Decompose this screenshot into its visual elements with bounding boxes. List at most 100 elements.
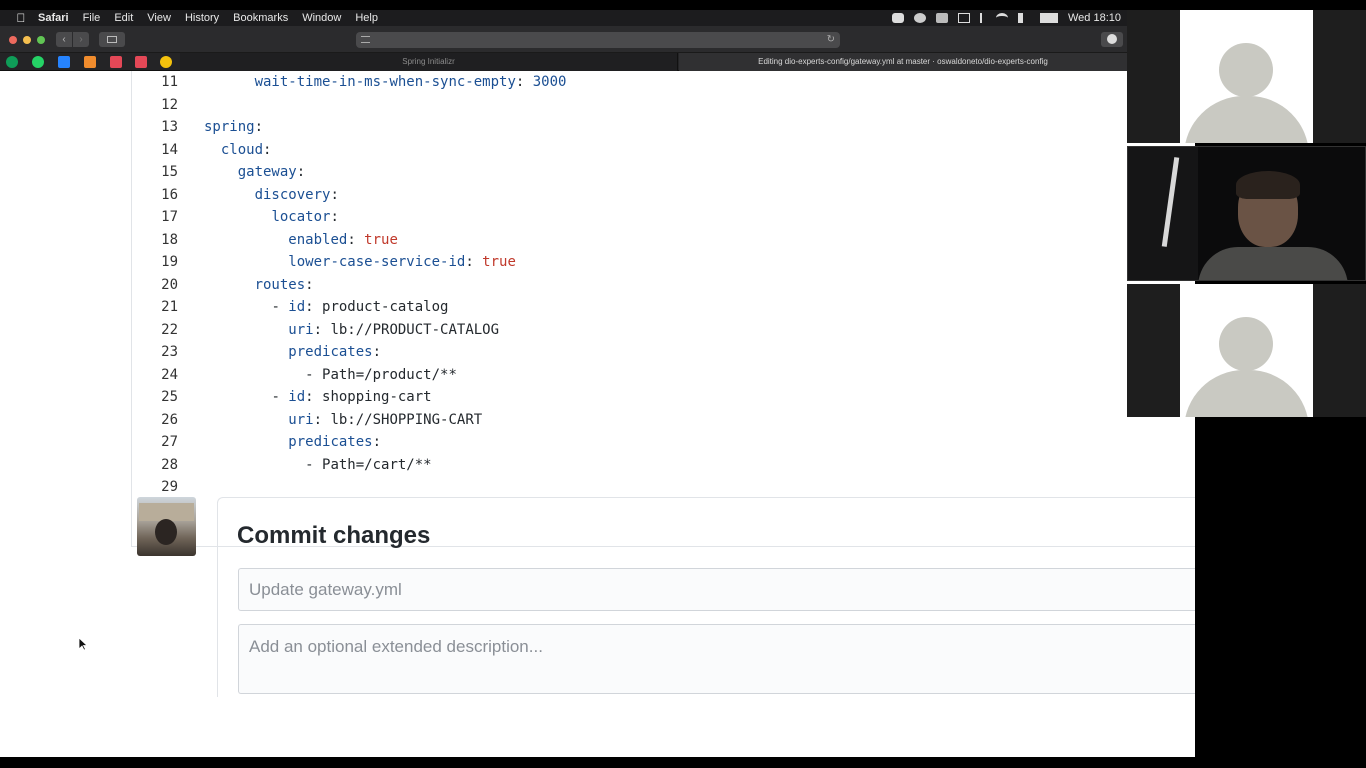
participant-tile-3[interactable] bbox=[1127, 284, 1366, 417]
tab-spring-initializr[interactable]: Spring Initializr bbox=[180, 53, 678, 71]
menu-edit[interactable]: Edit bbox=[114, 12, 133, 24]
menu-view[interactable]: View bbox=[147, 12, 171, 24]
tab-bar: Spring Initializr Editing dio-experts-co… bbox=[0, 53, 1127, 71]
close-window-button[interactable] bbox=[9, 36, 17, 44]
apple-icon[interactable]:  bbox=[14, 11, 28, 25]
code-text: - id: product-catalog bbox=[271, 299, 449, 315]
tab-editing-gateway[interactable]: Editing dio-experts-config/gateway.yml a… bbox=[679, 53, 1127, 71]
menu-help[interactable]: Help bbox=[355, 12, 378, 24]
airplay-icon[interactable] bbox=[957, 13, 970, 23]
code-line[interactable]: 25 - id: shopping-cart bbox=[132, 386, 1195, 408]
line-number: 28 bbox=[161, 456, 178, 473]
downloads-button[interactable] bbox=[1101, 32, 1123, 47]
code-text: cloud: bbox=[220, 141, 272, 158]
line-number: 22 bbox=[161, 321, 178, 338]
code-text: gateway: bbox=[237, 164, 306, 180]
status-area: Wed 18:10 bbox=[891, 10, 1127, 26]
menu-bar:  Safari File Edit View History Bookmark… bbox=[0, 10, 1127, 26]
line-number: 17 bbox=[161, 209, 178, 225]
code-text: lower-case-service-id: true bbox=[288, 254, 516, 270]
commit-summary-input[interactable] bbox=[238, 568, 1195, 611]
code-line[interactable]: 14 cloud: bbox=[132, 139, 1195, 161]
code-line[interactable]: 19 lower-case-service-id: true bbox=[132, 251, 1195, 273]
line-number: 20 bbox=[161, 276, 178, 293]
code-text: locator: bbox=[271, 209, 339, 225]
code-line[interactable]: 29 bbox=[132, 476, 1195, 498]
menu-window[interactable]: Window bbox=[302, 12, 341, 24]
participant-tile-1[interactable] bbox=[1127, 10, 1366, 143]
avatar[interactable] bbox=[137, 497, 196, 556]
reader-icon[interactable] bbox=[361, 36, 370, 43]
line-number: 12 bbox=[161, 96, 178, 113]
code-text: spring: bbox=[204, 119, 264, 135]
kotlin-icon-2[interactable] bbox=[135, 56, 147, 68]
code-line[interactable]: 24 - Path=/product/** bbox=[132, 364, 1195, 386]
browser-toolbar: ‹ › ↻ bbox=[0, 26, 1127, 53]
sidebar-icon bbox=[107, 36, 117, 43]
code-text: routes: bbox=[254, 276, 314, 293]
code-line[interactable]: 27 predicates: bbox=[132, 431, 1195, 453]
chrome-icon[interactable] bbox=[160, 56, 172, 68]
whatsapp-icon[interactable] bbox=[32, 56, 44, 68]
code-text: uri: lb://SHOPPING-CART bbox=[288, 411, 483, 428]
commit-description-input[interactable] bbox=[238, 624, 1195, 694]
line-number: 29 bbox=[161, 479, 178, 495]
code-line[interactable]: 15 gateway: bbox=[132, 161, 1195, 183]
menu-app-name[interactable]: Safari bbox=[38, 12, 69, 24]
forward-button[interactable]: › bbox=[73, 32, 89, 47]
code-text: predicates: bbox=[288, 344, 382, 360]
zoom-window-button[interactable] bbox=[37, 36, 45, 44]
code-text: - Path=/product/** bbox=[305, 366, 457, 383]
wifi-icon[interactable] bbox=[995, 13, 1008, 23]
code-line[interactable]: 11 wait-time-in-ms-when-sync-empty: 3000 bbox=[132, 71, 1195, 93]
code-line[interactable]: 20 routes: bbox=[132, 274, 1195, 296]
line-number: 13 bbox=[161, 119, 178, 135]
line-number: 16 bbox=[161, 186, 178, 203]
code-line[interactable]: 23 predicates: bbox=[132, 341, 1195, 363]
bluetooth-icon[interactable] bbox=[979, 13, 986, 23]
code-line[interactable]: 26 uri: lb://SHOPPING-CART bbox=[132, 409, 1195, 431]
line-number: 23 bbox=[161, 344, 178, 360]
code-line[interactable]: 21 - id: product-catalog bbox=[132, 296, 1195, 318]
avatar-placeholder-icon bbox=[1219, 317, 1273, 371]
menu-history[interactable]: History bbox=[185, 12, 219, 24]
code-text: enabled: true bbox=[288, 231, 398, 248]
code-line[interactable]: 16 discovery: bbox=[132, 184, 1195, 206]
kotlin-icon[interactable] bbox=[110, 56, 122, 68]
menu-clock[interactable]: Wed 18:10 bbox=[1068, 12, 1121, 24]
reload-icon[interactable]: ↻ bbox=[827, 34, 835, 45]
sidebar-toggle-button[interactable] bbox=[99, 32, 125, 47]
menu-file[interactable]: File bbox=[83, 12, 101, 24]
battery-icon[interactable] bbox=[1039, 13, 1058, 23]
minimize-window-button[interactable] bbox=[23, 36, 31, 44]
code-line[interactable]: 17 locator: bbox=[132, 206, 1195, 228]
code-line[interactable]: 18 enabled: true bbox=[132, 229, 1195, 251]
line-number: 25 bbox=[161, 389, 178, 405]
line-number: 11 bbox=[161, 74, 178, 90]
code-line[interactable]: 12 bbox=[132, 94, 1195, 116]
code-text: - id: shopping-cart bbox=[271, 389, 432, 405]
docker-icon[interactable] bbox=[935, 13, 948, 23]
evernote-icon[interactable] bbox=[891, 13, 904, 23]
download-icon bbox=[1107, 34, 1117, 44]
line-number: 14 bbox=[161, 141, 178, 158]
code-line[interactable]: 13 spring: bbox=[132, 116, 1195, 138]
hangouts-icon[interactable] bbox=[6, 56, 18, 68]
code-text: discovery: bbox=[254, 186, 339, 203]
mouse-cursor bbox=[79, 638, 88, 651]
box-icon[interactable] bbox=[84, 56, 96, 68]
line-number: 15 bbox=[161, 164, 178, 180]
creative-cloud-icon[interactable] bbox=[913, 13, 926, 23]
address-bar[interactable]: ↻ bbox=[356, 32, 840, 48]
code-line[interactable]: 22 uri: lb://PRODUCT-CATALOG bbox=[132, 319, 1195, 341]
code-line[interactable]: 28 - Path=/cart/** bbox=[132, 454, 1195, 476]
line-number: 26 bbox=[161, 411, 178, 428]
volume-icon[interactable] bbox=[1017, 13, 1030, 23]
back-button[interactable]: ‹ bbox=[56, 32, 72, 47]
code-text: wait-time-in-ms-when-sync-empty: 3000 bbox=[254, 74, 567, 90]
participant-tile-2[interactable] bbox=[1127, 146, 1366, 281]
menu-bookmarks[interactable]: Bookmarks bbox=[233, 12, 288, 24]
jira-icon[interactable] bbox=[58, 56, 70, 68]
line-number: 19 bbox=[161, 254, 178, 270]
code-editor[interactable]: 11 wait-time-in-ms-when-sync-empty: 3000… bbox=[131, 71, 1195, 547]
